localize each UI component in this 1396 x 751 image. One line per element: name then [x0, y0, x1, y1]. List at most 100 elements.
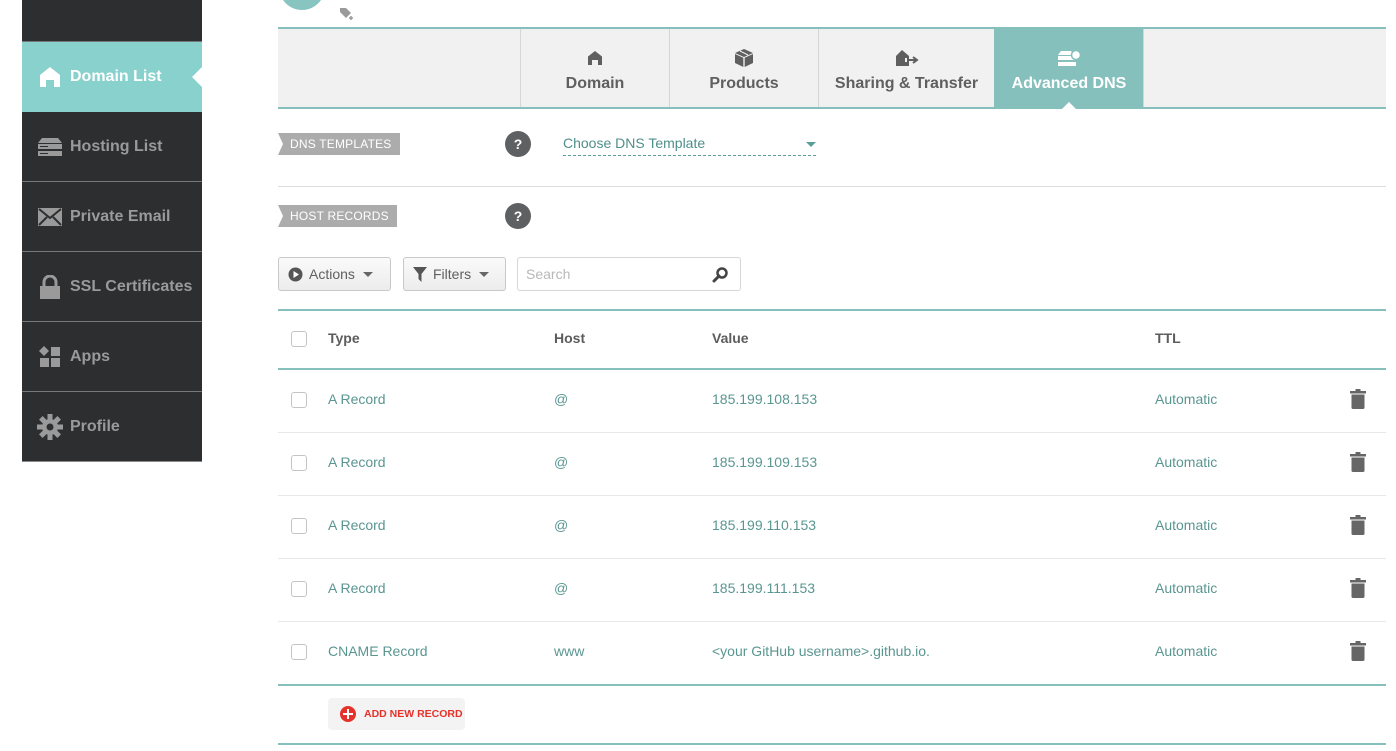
header-host[interactable]: Host	[554, 330, 585, 346]
record-host[interactable]: @	[554, 517, 568, 533]
dns-templates-help-icon[interactable]: ?	[505, 131, 531, 157]
sidebar-item-ssl-certificates[interactable]: SSL Certificates	[22, 252, 202, 322]
actions-button-label: Actions	[309, 266, 355, 282]
row-checkbox[interactable]	[291, 581, 307, 597]
select-all-checkbox[interactable]	[291, 331, 307, 347]
record-value[interactable]: 185.199.111.153	[712, 580, 815, 596]
record-host[interactable]: @	[554, 580, 568, 596]
search-icon[interactable]	[712, 267, 728, 288]
domain-tabs: Domain Products Sharing & Transfer Advan…	[278, 27, 1386, 109]
dns-template-select-value: Choose DNS Template	[563, 135, 706, 151]
host-records-help-icon[interactable]: ?	[505, 203, 531, 229]
record-ttl[interactable]: Automatic	[1155, 580, 1217, 596]
gear-icon	[36, 413, 64, 440]
row-divider	[278, 558, 1386, 559]
trash-icon[interactable]	[1350, 578, 1366, 598]
sidebar-item-domain-list[interactable]: Domain List	[22, 42, 202, 112]
domain-avatar	[279, 0, 325, 10]
table-header-border	[278, 368, 1386, 370]
record-host[interactable]: @	[554, 391, 568, 407]
search-input[interactable]	[518, 258, 698, 290]
add-tag-icon[interactable]	[340, 7, 356, 21]
row-checkbox[interactable]	[291, 518, 307, 534]
section-divider	[278, 186, 1386, 187]
sidebar-item-label: Private Email	[70, 207, 171, 225]
sidebar-item-expiring[interactable]: Expiring / Expired	[22, 0, 202, 42]
sidebar-item-hosting-list[interactable]: Hosting List	[22, 112, 202, 182]
record-host[interactable]: @	[554, 454, 568, 470]
tab-advanced-dns[interactable]: Advanced DNS	[994, 29, 1143, 109]
record-type[interactable]: CNAME Record	[328, 643, 428, 659]
trash-icon[interactable]	[1350, 452, 1366, 472]
envelope-icon	[36, 205, 64, 229]
filters-button-label: Filters	[433, 266, 472, 282]
filter-icon	[413, 266, 427, 282]
sidebar-item-private-email[interactable]: Private Email	[22, 182, 202, 252]
house-transfer-icon	[895, 47, 919, 69]
search-box	[517, 257, 741, 291]
actions-button[interactable]: Actions	[278, 257, 391, 291]
header-type[interactable]: Type	[328, 330, 360, 346]
dns-server-icon	[1057, 47, 1081, 69]
record-host[interactable]: www	[554, 643, 584, 659]
row-checkbox[interactable]	[291, 392, 307, 408]
record-type[interactable]: A Record	[328, 517, 386, 533]
header-ttl[interactable]: TTL	[1155, 330, 1181, 346]
trash-icon[interactable]	[1350, 389, 1366, 409]
record-value[interactable]: <your GitHub username>.github.io.	[712, 643, 930, 659]
tab-label: Products	[709, 75, 779, 92]
server-icon	[36, 135, 64, 159]
record-ttl[interactable]: Automatic	[1155, 643, 1217, 659]
record-value[interactable]: 185.199.109.153	[712, 454, 817, 470]
trash-icon[interactable]	[1350, 515, 1366, 535]
row-checkbox[interactable]	[291, 644, 307, 660]
record-ttl[interactable]: Automatic	[1155, 391, 1217, 407]
tab-sharing-transfer[interactable]: Sharing & Transfer	[818, 29, 994, 107]
apps-icon	[36, 345, 64, 369]
record-value[interactable]: 185.199.108.153	[712, 391, 817, 407]
filters-button[interactable]: Filters	[403, 257, 506, 291]
plus-circle-icon	[340, 706, 356, 722]
record-type[interactable]: A Record	[328, 391, 386, 407]
row-divider	[278, 495, 1386, 496]
record-ttl[interactable]: Automatic	[1155, 517, 1217, 533]
row-divider	[278, 432, 1386, 433]
sidebar-nav: Expiring / Expired Domain List Hosting L…	[22, 0, 202, 462]
lock-icon	[36, 274, 64, 299]
record-type[interactable]: A Record	[328, 454, 386, 470]
sidebar-item-profile[interactable]: Profile	[22, 392, 202, 462]
play-circle-icon	[288, 267, 303, 282]
sidebar-item-label: Domain List	[70, 67, 162, 85]
tab-label: Sharing & Transfer	[834, 75, 979, 92]
sidebar-item-label: Apps	[70, 347, 110, 365]
sidebar-item-label: SSL Certificates	[70, 277, 193, 295]
chevron-down-icon	[806, 142, 816, 147]
add-new-record-label: ADD NEW RECORD	[364, 708, 463, 720]
sidebar-item-apps[interactable]: Apps	[22, 322, 202, 392]
tab-label: Domain	[565, 75, 625, 92]
chevron-down-icon	[479, 271, 490, 277]
tab-domain[interactable]: Domain	[520, 29, 669, 107]
home-icon	[587, 47, 603, 69]
footer-border	[278, 743, 1386, 745]
tab-label: Advanced DNS	[1011, 75, 1127, 92]
add-new-record-button[interactable]: ADD NEW RECORD	[328, 698, 465, 730]
home-icon	[36, 65, 64, 89]
table-bottom-border	[278, 684, 1386, 686]
host-records-label: HOST RECORDS	[278, 205, 397, 227]
trash-icon[interactable]	[1350, 641, 1366, 661]
box-icon	[734, 47, 754, 69]
dns-templates-label: DNS TEMPLATES	[278, 133, 400, 155]
record-value[interactable]: 185.199.110.153	[712, 517, 816, 533]
table-top-border	[278, 309, 1386, 311]
tab-products[interactable]: Products	[669, 29, 818, 107]
record-type[interactable]: A Record	[328, 580, 386, 596]
chevron-down-icon	[362, 271, 373, 277]
row-checkbox[interactable]	[291, 455, 307, 471]
sidebar-item-label: Profile	[70, 417, 120, 435]
record-ttl[interactable]: Automatic	[1155, 454, 1217, 470]
row-divider	[278, 621, 1386, 622]
dns-template-select[interactable]: Choose DNS Template	[563, 131, 816, 156]
tab-divider	[1143, 29, 1144, 107]
header-value[interactable]: Value	[712, 330, 749, 346]
